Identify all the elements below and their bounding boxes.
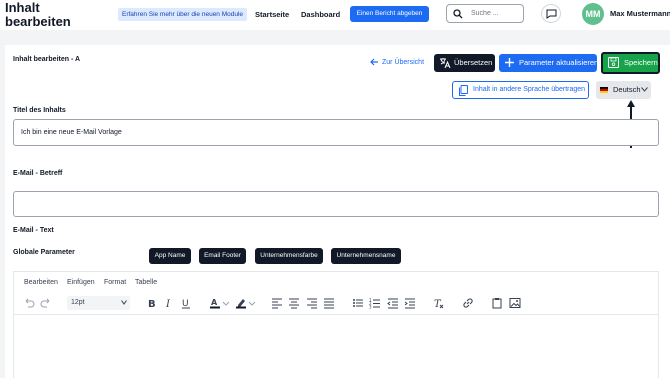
nav-home-link[interactable]: Startseite [255,8,289,21]
transfer-language-label: Inhalt in andere Sprache übertragen [473,86,586,93]
save-icon [608,57,619,68]
update-params-label: Parameter aktualisieren [519,58,599,67]
redo-icon[interactable] [40,297,52,309]
param-app-name[interactable]: App Name [149,248,191,264]
menu-table[interactable]: Tabelle [135,279,157,286]
chevron-down-icon[interactable] [222,297,230,309]
german-flag-icon [600,87,608,93]
svg-text:B: B [148,299,156,309]
subject-input[interactable] [13,191,659,217]
param-company-color[interactable]: Unternehmensfarbe [255,248,323,264]
back-link-label: Zur Übersicht [382,58,425,66]
paste-icon[interactable] [491,297,503,309]
menu-edit[interactable]: Bearbeiten [24,279,58,286]
new-modules-badge[interactable]: Erfahren Sie mehr über die neuen Module [118,8,248,21]
bold-icon[interactable]: B [146,297,158,309]
chevron-down-icon [641,87,648,92]
outdent-icon[interactable] [387,297,399,309]
transfer-language-button[interactable]: Inhalt in andere Sprache übertragen [452,81,589,99]
svg-text:I: I [165,299,171,309]
chevron-down-icon[interactable] [248,297,256,309]
font-size-value: 12pt [71,299,85,306]
nav-dashboard-link[interactable]: Dashboard [301,8,340,21]
svg-text:A: A [211,298,218,307]
chevron-down-icon [121,300,127,305]
undo-icon[interactable] [23,297,35,309]
translate-label: Übersetzen [454,58,493,67]
underline-icon[interactable]: U [180,297,192,309]
save-button[interactable]: Speichern [601,52,660,74]
plus-icon [505,58,514,67]
subject-label: E-Mail - Betreff [13,170,63,177]
email-text-label: E-Mail - Text [13,227,54,234]
user-name[interactable]: Max Mustermann [610,9,670,18]
arrow-left-icon [370,58,378,66]
search-input[interactable] [471,8,519,19]
param-email-footer[interactable]: Email Footer [199,248,246,264]
avatar[interactable]: MM [582,3,604,25]
card-title: Inhalt bearbeiten - A [13,56,81,63]
svg-text:3: 3 [369,305,372,310]
content-title-label: Titel des Inhalts [13,107,66,114]
editor-content-area[interactable] [13,316,659,378]
search-box[interactable] [446,4,524,23]
chat-button[interactable] [541,4,561,23]
text-color-icon[interactable]: A [209,297,221,309]
align-justify-icon[interactable] [323,297,335,309]
link-icon[interactable] [462,297,474,309]
font-size-select[interactable]: 12pt [67,296,130,310]
align-left-icon[interactable] [271,297,283,309]
bullet-list-icon[interactable] [352,297,364,309]
image-icon[interactable] [509,297,521,309]
numbered-list-icon[interactable]: 123 [369,297,381,309]
clear-formatting-icon[interactable]: T [433,297,445,309]
content-title-input[interactable]: Ich bin eine neue E-Mail Vorlage [13,119,659,146]
report-button[interactable]: Einen Bericht abgeben [350,6,429,22]
page-title: Inhalt bearbeiten [5,0,71,29]
indent-icon[interactable] [404,297,416,309]
align-right-icon[interactable] [306,297,318,309]
language-select[interactable]: Deutsch [596,81,651,99]
menu-format[interactable]: Format [104,279,126,286]
menu-insert[interactable]: Einfügen [67,279,95,286]
back-to-overview-link[interactable]: Zur Übersicht [370,58,424,66]
translate-icon [440,58,451,69]
param-company-name[interactable]: Unternehmensname [331,248,401,264]
align-center-icon[interactable] [288,297,300,309]
italic-icon[interactable]: I [163,297,175,309]
search-icon [453,9,463,19]
language-value: Deutsch [613,85,641,94]
highlight-color-icon[interactable] [235,297,247,309]
translate-button[interactable]: Übersetzen [434,54,495,72]
save-label: Speichern [624,58,658,67]
update-params-button[interactable]: Parameter aktualisieren [499,54,599,72]
chat-icon [546,9,557,19]
copy-icon [459,85,468,96]
global-params-label: Globale Parameter [13,249,75,256]
